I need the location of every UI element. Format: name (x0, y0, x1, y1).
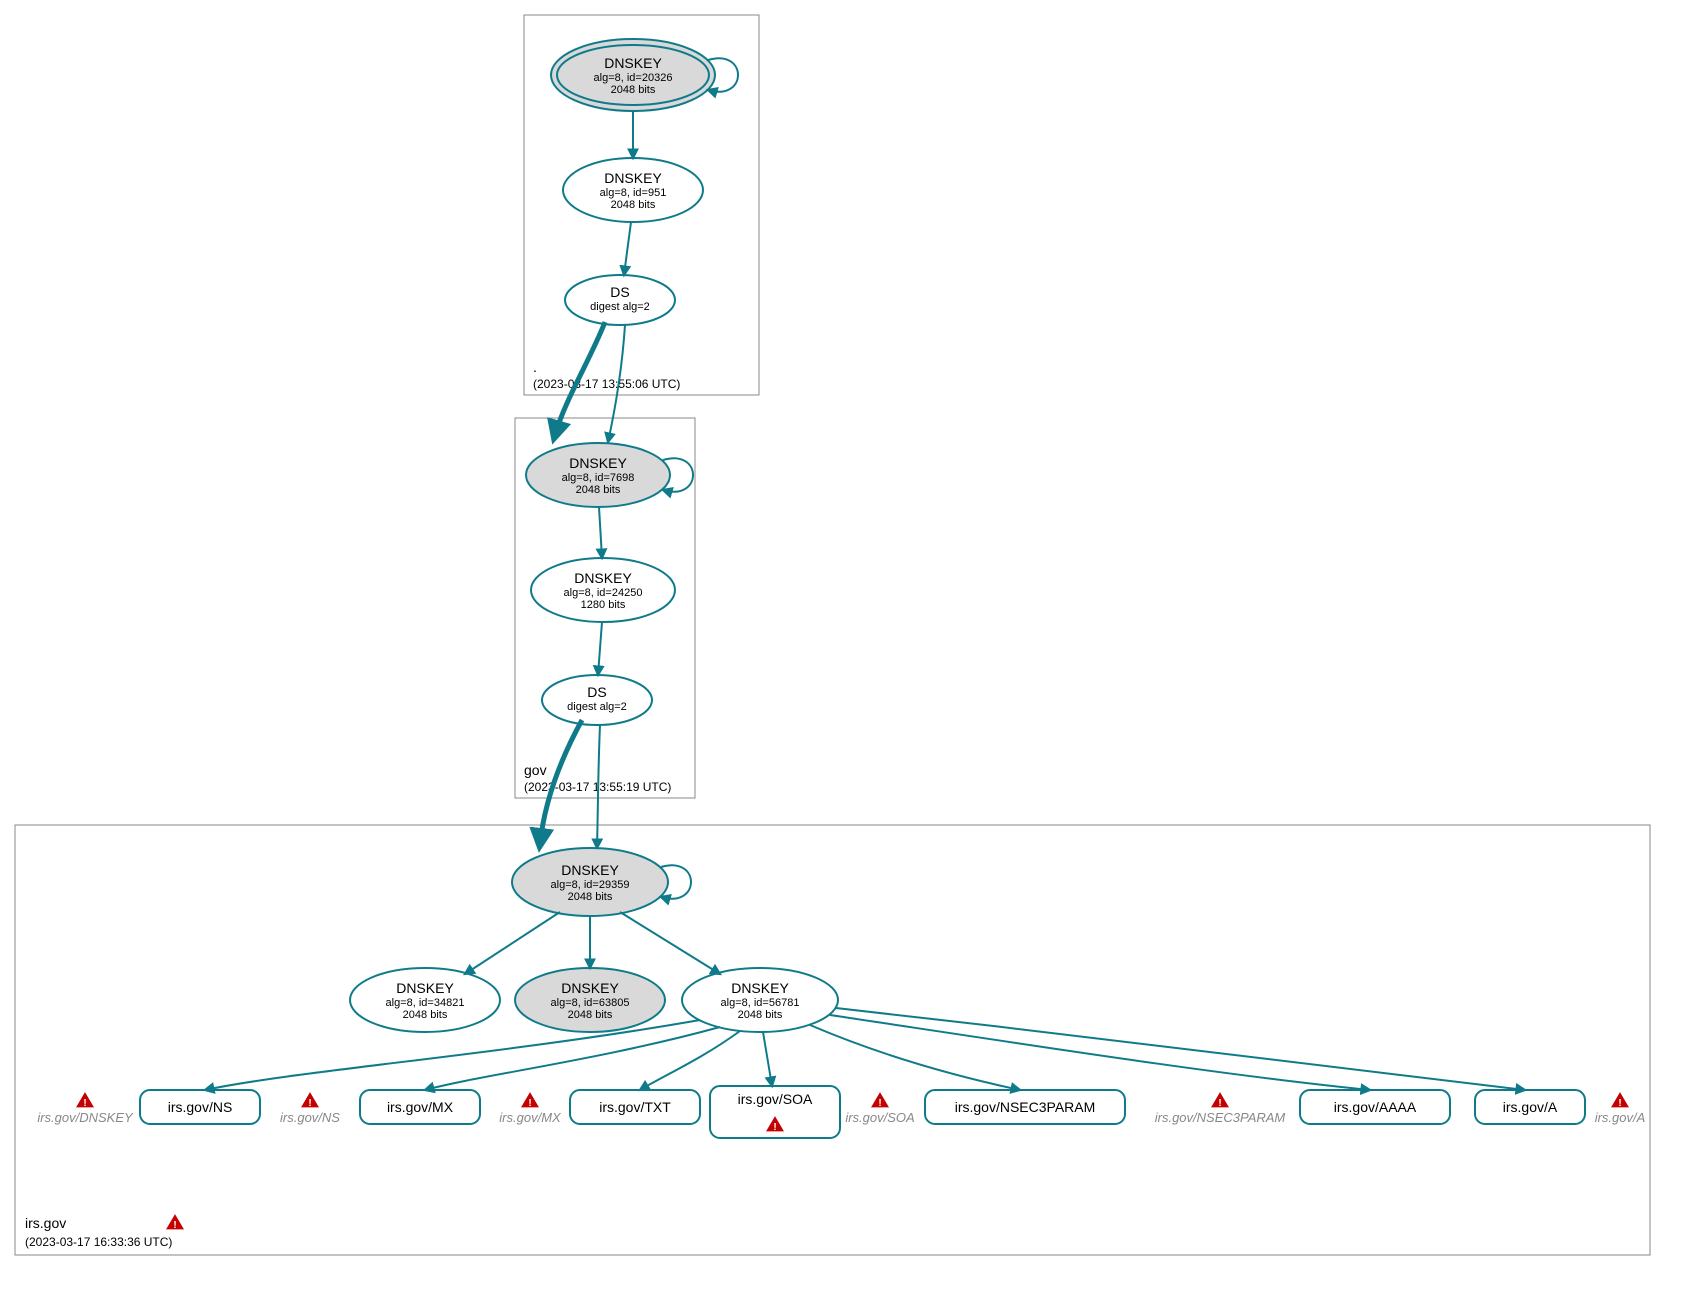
leaf-a[interactable]: irs.gov/A (1475, 1090, 1585, 1124)
svg-text:2048 bits: 2048 bits (576, 484, 621, 496)
svg-text:DNSKEY: DNSKEY (396, 980, 454, 996)
svg-text:DNSKEY: DNSKEY (604, 55, 662, 71)
node-gov-ksk[interactable]: DNSKEY alg=8, id=7698 2048 bits (526, 443, 670, 507)
svg-text:irs.gov/NS: irs.gov/NS (168, 1099, 233, 1115)
node-irs-ksk[interactable]: DNSKEY alg=8, id=29359 2048 bits (512, 848, 668, 916)
svg-text:DNSKEY: DNSKEY (731, 980, 789, 996)
svg-text:2048 bits: 2048 bits (738, 1009, 783, 1021)
leaf-soa[interactable]: irs.gov/SOA (710, 1086, 840, 1138)
svg-text:irs.gov/A: irs.gov/A (1503, 1099, 1558, 1115)
node-root-ds[interactable]: DS digest alg=2 (565, 275, 675, 325)
svg-text:DNSKEY: DNSKEY (561, 980, 619, 996)
svg-text:alg=8, id=34821: alg=8, id=34821 (386, 997, 465, 1009)
edge-zsk3-mx (425, 1027, 720, 1090)
edge-irs-ksk-zsk3 (620, 912, 720, 974)
node-root-ksk[interactable]: DNSKEY alg=8, id=20326 2048 bits (551, 39, 715, 111)
zone-irs-timestamp: (2023-03-17 16:33:36 UTC) (25, 1235, 172, 1249)
svg-text:alg=8, id=20326: alg=8, id=20326 (594, 72, 673, 84)
svg-text:irs.gov/SOA: irs.gov/SOA (738, 1091, 813, 1107)
ghost-a: irs.gov/A (1595, 1110, 1646, 1125)
svg-text:2048 bits: 2048 bits (611, 84, 656, 96)
ghost-soa: irs.gov/SOA (845, 1110, 914, 1125)
ghost-dnskey: irs.gov/DNSKEY (37, 1110, 134, 1125)
ghost-mx: irs.gov/MX (499, 1110, 562, 1125)
warn-ns[interactable] (300, 1091, 320, 1109)
warn-a[interactable] (1610, 1091, 1630, 1109)
node-root-zsk[interactable]: DNSKEY alg=8, id=951 2048 bits (563, 158, 703, 222)
svg-text:alg=8, id=56781: alg=8, id=56781 (721, 997, 800, 1009)
warn-soa[interactable] (870, 1091, 890, 1109)
svg-text:2048 bits: 2048 bits (568, 891, 613, 903)
leaf-aaaa[interactable]: irs.gov/AAAA (1300, 1090, 1450, 1124)
svg-text:DNSKEY: DNSKEY (604, 170, 662, 186)
warn-mx[interactable] (520, 1091, 540, 1109)
svg-text:irs.gov/TXT: irs.gov/TXT (599, 1099, 671, 1115)
warn-nsec3[interactable] (1210, 1091, 1230, 1109)
edge-root-zsk-ds (624, 222, 631, 275)
node-irs-zsk1[interactable]: DNSKEY alg=8, id=34821 2048 bits (350, 968, 500, 1032)
zone-root-timestamp: (2023-03-17 13:55:06 UTC) (533, 377, 680, 391)
svg-text:DS: DS (587, 684, 606, 700)
node-irs-zsk2[interactable]: DNSKEY alg=8, id=63805 2048 bits (515, 968, 665, 1032)
svg-text:irs.gov/MX: irs.gov/MX (387, 1099, 454, 1115)
edge-zsk3-txt (640, 1031, 740, 1090)
warn-zone-irs[interactable] (165, 1213, 185, 1231)
svg-text:alg=8, id=63805: alg=8, id=63805 (551, 997, 630, 1009)
edge-irs-ksk-zsk1 (465, 912, 560, 974)
svg-text:DS: DS (610, 284, 629, 300)
leaf-txt[interactable]: irs.gov/TXT (570, 1090, 700, 1124)
warn-dnskey[interactable] (75, 1091, 95, 1109)
svg-text:2048 bits: 2048 bits (403, 1009, 448, 1021)
svg-text:irs.gov/NSEC3PARAM: irs.gov/NSEC3PARAM (955, 1099, 1096, 1115)
svg-text:DNSKEY: DNSKEY (569, 455, 627, 471)
dnssec-diagram: ! . (2023-03-17 13:55:06 UTC) DNSKEY alg… (0, 0, 1684, 1292)
edge-zsk3-a (836, 1008, 1525, 1090)
leaf-mx[interactable]: irs.gov/MX (360, 1090, 480, 1124)
edge-zsk3-soa (763, 1032, 772, 1086)
zone-irs-label: irs.gov (25, 1215, 66, 1231)
node-irs-zsk3[interactable]: DNSKEY alg=8, id=56781 2048 bits (682, 968, 838, 1032)
node-gov-ds[interactable]: DS digest alg=2 (542, 675, 652, 725)
edge-zsk3-aaaa (830, 1015, 1370, 1090)
svg-text:1280 bits: 1280 bits (581, 599, 626, 611)
edge-gov-ksk-zsk (599, 507, 602, 558)
svg-text:digest alg=2: digest alg=2 (567, 701, 627, 713)
svg-text:irs.gov/AAAA: irs.gov/AAAA (1334, 1099, 1417, 1115)
svg-text:alg=8, id=7698: alg=8, id=7698 (562, 472, 635, 484)
leaf-nsec3[interactable]: irs.gov/NSEC3PARAM (925, 1090, 1125, 1124)
zone-gov-label: gov (524, 762, 547, 778)
svg-text:alg=8, id=24250: alg=8, id=24250 (564, 587, 643, 599)
edge-gov-zsk-ds (598, 622, 602, 675)
svg-text:2048 bits: 2048 bits (611, 199, 656, 211)
leaf-ns[interactable]: irs.gov/NS (140, 1090, 260, 1124)
svg-text:alg=8, id=29359: alg=8, id=29359 (551, 879, 630, 891)
node-gov-zsk[interactable]: DNSKEY alg=8, id=24250 1280 bits (531, 558, 675, 622)
zone-irs-box (15, 825, 1650, 1255)
zone-root-label: . (533, 359, 537, 375)
edge-zsk3-nsec3 (810, 1025, 1020, 1090)
svg-text:digest alg=2: digest alg=2 (590, 301, 650, 313)
ghost-nsec3: irs.gov/NSEC3PARAM (1155, 1110, 1286, 1125)
svg-text:DNSKEY: DNSKEY (561, 862, 619, 878)
svg-text:alg=8, id=951: alg=8, id=951 (600, 187, 667, 199)
svg-text:DNSKEY: DNSKEY (574, 570, 632, 586)
ghost-ns: irs.gov/NS (280, 1110, 340, 1125)
svg-text:2048 bits: 2048 bits (568, 1009, 613, 1021)
